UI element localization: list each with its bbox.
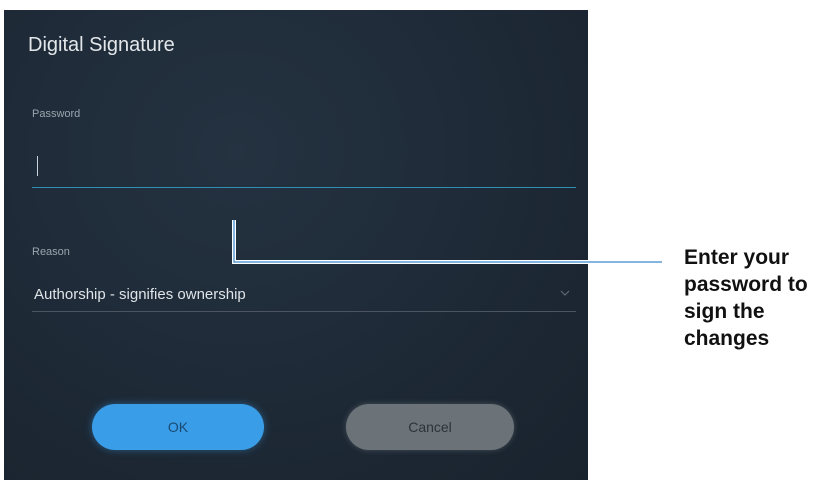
- text-caret: [37, 156, 38, 176]
- callout-annotation: Enter your password to sign the changes: [684, 246, 808, 350]
- screenshot-stage: Digital Signature Password Reason Author…: [0, 0, 840, 480]
- reason-selected-value: Authorship - signifies ownership: [34, 286, 246, 303]
- ok-button[interactable]: OK: [92, 404, 264, 450]
- dialog-title: Digital Signature: [28, 34, 175, 56]
- digital-signature-dialog: Digital Signature Password Reason Author…: [4, 10, 588, 480]
- password-input[interactable]: [32, 148, 576, 188]
- chevron-down-icon: [560, 290, 570, 296]
- reason-dropdown[interactable]: Authorship - signifies ownership: [32, 280, 576, 312]
- cancel-button[interactable]: Cancel: [346, 404, 514, 450]
- reason-label: Reason: [32, 246, 70, 258]
- password-label: Password: [32, 108, 81, 120]
